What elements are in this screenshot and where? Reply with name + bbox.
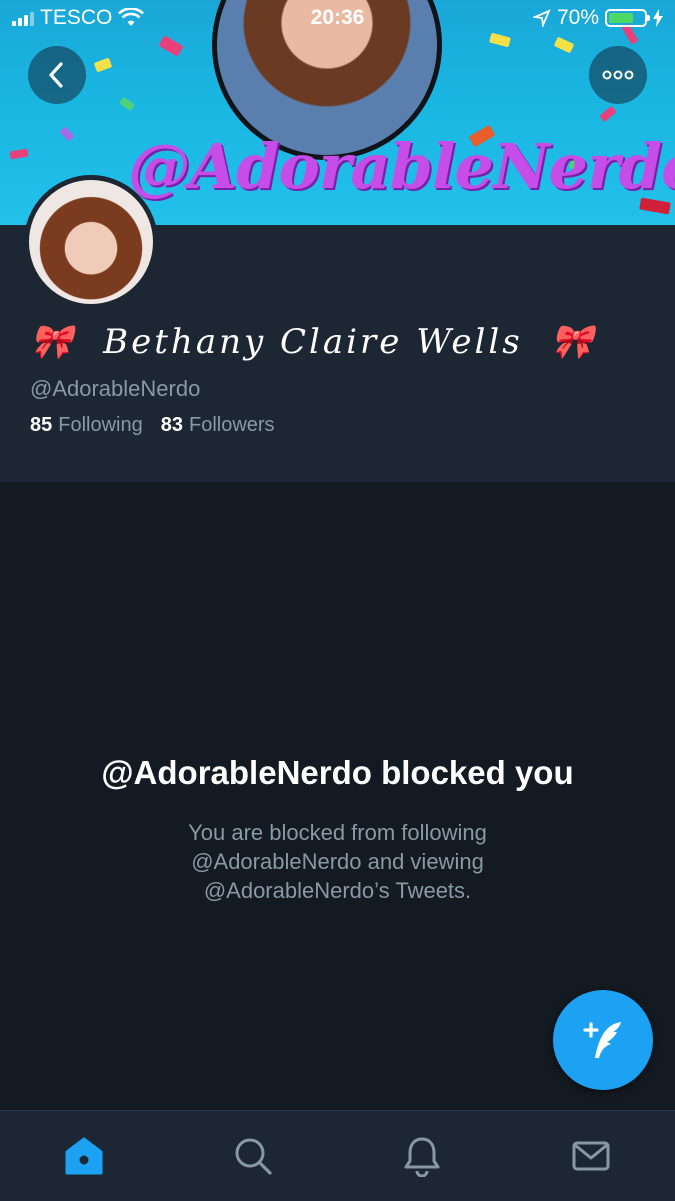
battery-percent: 70% <box>556 6 599 29</box>
display-name: 🎀 Bethany Claire Wells 🎀 <box>30 322 596 362</box>
status-bar: TESCO 20:36 70% <box>0 0 675 36</box>
bottom-tab-bar <box>0 1110 675 1201</box>
compose-feather-icon <box>583 1022 621 1058</box>
banner-handle-text: @AdorableNerdo <box>128 130 675 203</box>
search-icon <box>235 1138 272 1175</box>
tab-messages[interactable] <box>551 1126 631 1186</box>
tab-home[interactable] <box>44 1126 124 1186</box>
followers-count: 83 <box>160 414 183 436</box>
more-dots-icon <box>602 70 634 80</box>
profile-handle: @AdorableNerdo <box>30 376 201 401</box>
tab-notifications[interactable] <box>382 1126 462 1186</box>
blocked-line-1: You are blocked from following <box>188 820 487 845</box>
more-options-button[interactable] <box>589 46 647 104</box>
blocked-line-2: @AdorableNerdo and viewing <box>191 849 484 874</box>
blocked-line-3: @AdorableNerdo’s Tweets. <box>203 878 472 903</box>
following-label: Following <box>58 414 143 436</box>
compose-tweet-button[interactable] <box>553 990 653 1090</box>
battery-icon <box>605 9 650 27</box>
blocked-description: You are blocked from following @Adorable… <box>120 818 555 905</box>
followers-label: Followers <box>188 414 275 436</box>
blocked-title: @AdorableNerdo blocked you <box>101 754 574 791</box>
display-name-text: Bethany Claire Wells <box>103 322 523 362</box>
back-chevron-icon <box>49 62 63 88</box>
charging-bolt-icon <box>653 9 663 27</box>
location-arrow-icon <box>532 9 551 27</box>
followers-link[interactable]: 83 Followers <box>161 414 275 437</box>
home-icon <box>65 1137 103 1175</box>
following-link[interactable]: 85 Following <box>30 414 143 437</box>
bow-emoji-right: 🎀 <box>550 322 596 362</box>
back-button[interactable] <box>28 46 86 104</box>
avatar[interactable] <box>24 175 158 309</box>
following-count: 85 <box>30 414 53 436</box>
mail-icon <box>572 1141 610 1171</box>
bow-emoji-left: 🎀 <box>30 322 76 362</box>
tab-search[interactable] <box>213 1126 293 1186</box>
bell-icon <box>404 1137 440 1177</box>
follow-stats: 85 Following 83 Followers <box>30 414 275 437</box>
